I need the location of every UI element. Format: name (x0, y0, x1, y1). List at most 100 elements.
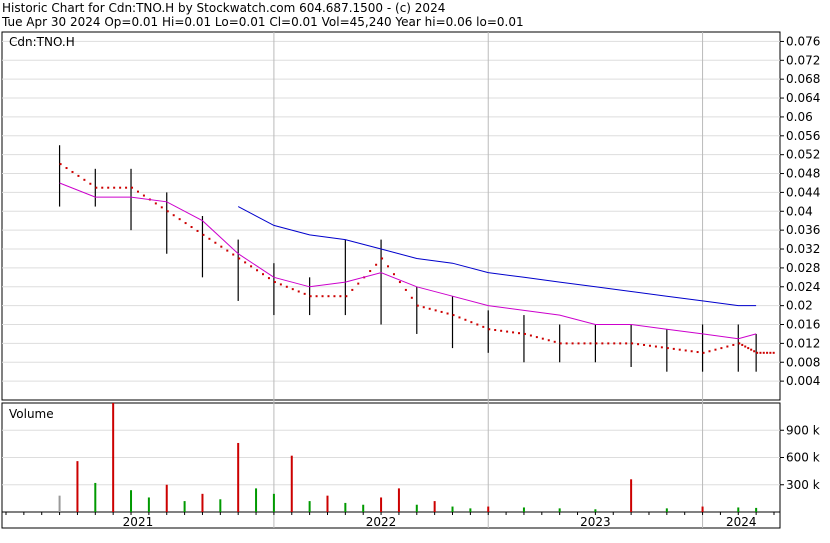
price-close-dot (571, 342, 574, 345)
price-close-dot (381, 257, 384, 260)
volume-tick-label: 600 k (786, 451, 820, 465)
volume-tick-label: 300 k (786, 478, 820, 492)
chart-frame (1, 31, 781, 529)
price-close-dot (747, 347, 750, 350)
price-tick-label: 0.052 (786, 148, 820, 162)
price-close-dot (756, 351, 759, 354)
volume-bar (165, 484, 168, 512)
volume-bar (415, 504, 418, 512)
short-moving-average-line (59, 182, 757, 340)
price-close-dot (404, 288, 407, 291)
price-close-dot (428, 307, 431, 310)
year-label: 2023 (580, 515, 611, 529)
price-close-dot (672, 347, 675, 350)
volume-bar (665, 508, 668, 512)
price-close-dot (476, 323, 479, 326)
price-close-dot (232, 253, 235, 256)
price-close-dot (142, 194, 145, 197)
axis-labels: 0.076 0.072 0.068 0.064 0.06 0.056 0.052 0.048 0… (123, 34, 821, 529)
price-panel-border (1, 31, 781, 401)
year-label: 2021 (123, 515, 154, 529)
price-close-dot (726, 345, 729, 348)
price-close-dot (458, 316, 461, 319)
price-close-dot (83, 178, 86, 181)
price-close-dot (196, 229, 199, 232)
price-close-dot (565, 342, 568, 345)
volume-bar (522, 507, 525, 512)
volume-bar (433, 501, 436, 512)
price-close-dot (666, 347, 669, 350)
volume-bar (451, 506, 454, 512)
price-close-dot (303, 292, 306, 295)
price-tick-label: 0.004 (786, 374, 820, 388)
price-close-dot (559, 342, 562, 345)
volume-bar (397, 488, 400, 512)
price-close-dot (482, 325, 485, 328)
price-panel-title: Cdn:TNO.H (9, 35, 75, 49)
volume-bar (344, 502, 347, 512)
price-close-dot (101, 186, 104, 189)
price-close-dot (190, 226, 193, 229)
price-close-dot (327, 295, 330, 298)
price-close-dot (583, 342, 586, 345)
price-close-dot (577, 342, 580, 345)
price-close-dot (654, 345, 657, 348)
price-close-dot (637, 343, 640, 346)
price-close-dot (345, 295, 348, 298)
price-close-dot (351, 288, 354, 291)
price-tick-label: 0.04 (786, 204, 813, 218)
price-close-dot (339, 295, 342, 298)
price-close-dot (541, 337, 544, 340)
price-tick-label: 0.076 (786, 34, 820, 48)
price-close-dot (488, 328, 491, 331)
price-close-dot (738, 342, 741, 345)
price-close-dot (766, 351, 769, 354)
price-close-dot (238, 257, 241, 260)
price-close-dot (660, 346, 663, 349)
volume-bar (630, 479, 633, 512)
volume-bar (308, 501, 311, 512)
price-close-dot (769, 351, 772, 354)
volume-bar (112, 403, 115, 512)
price-close-dot (553, 340, 556, 343)
price-close-dot (452, 314, 455, 317)
volume-bar (701, 506, 704, 512)
price-close-dot (256, 269, 259, 272)
volume-bar (755, 507, 758, 512)
price-close-dot (470, 321, 473, 324)
price-close-dot (244, 261, 247, 264)
price-close-dot (690, 350, 693, 353)
price-close-dot (464, 318, 467, 321)
price-close-dot (619, 342, 622, 345)
price-close-dot (136, 190, 139, 193)
price-close-dot (375, 263, 378, 266)
price-close-dot (398, 281, 401, 284)
price-tick-label: 0.008 (786, 355, 820, 369)
price-close-dot (440, 310, 443, 313)
price-close-dot (285, 285, 288, 288)
price-close-dot (696, 351, 699, 354)
price-close-dot (613, 342, 616, 345)
year-label: 2024 (726, 515, 757, 529)
price-close-dot (772, 351, 775, 354)
price-tick-label: 0.048 (786, 167, 820, 181)
volume-bar (326, 495, 329, 512)
price-close-dot (753, 350, 756, 353)
price-close-dot (631, 342, 634, 345)
price-close-dot (720, 347, 723, 350)
price-tick-label: 0.036 (786, 223, 820, 237)
price-close-dot (762, 351, 765, 354)
volume-bar (255, 488, 258, 512)
volume-bar (558, 508, 561, 512)
price-close-dot (77, 174, 80, 177)
price-tick-label: 0.06 (786, 110, 813, 124)
price-close-dot (178, 218, 181, 221)
price-close-dot (410, 296, 413, 299)
price-close-dot (595, 342, 598, 345)
price-close-dot (220, 245, 223, 248)
price-close-dot (333, 295, 336, 298)
moving-averages (59, 182, 757, 340)
price-close-dot (678, 348, 681, 351)
price-close-dot (535, 336, 538, 339)
price-close-dot (523, 332, 526, 335)
